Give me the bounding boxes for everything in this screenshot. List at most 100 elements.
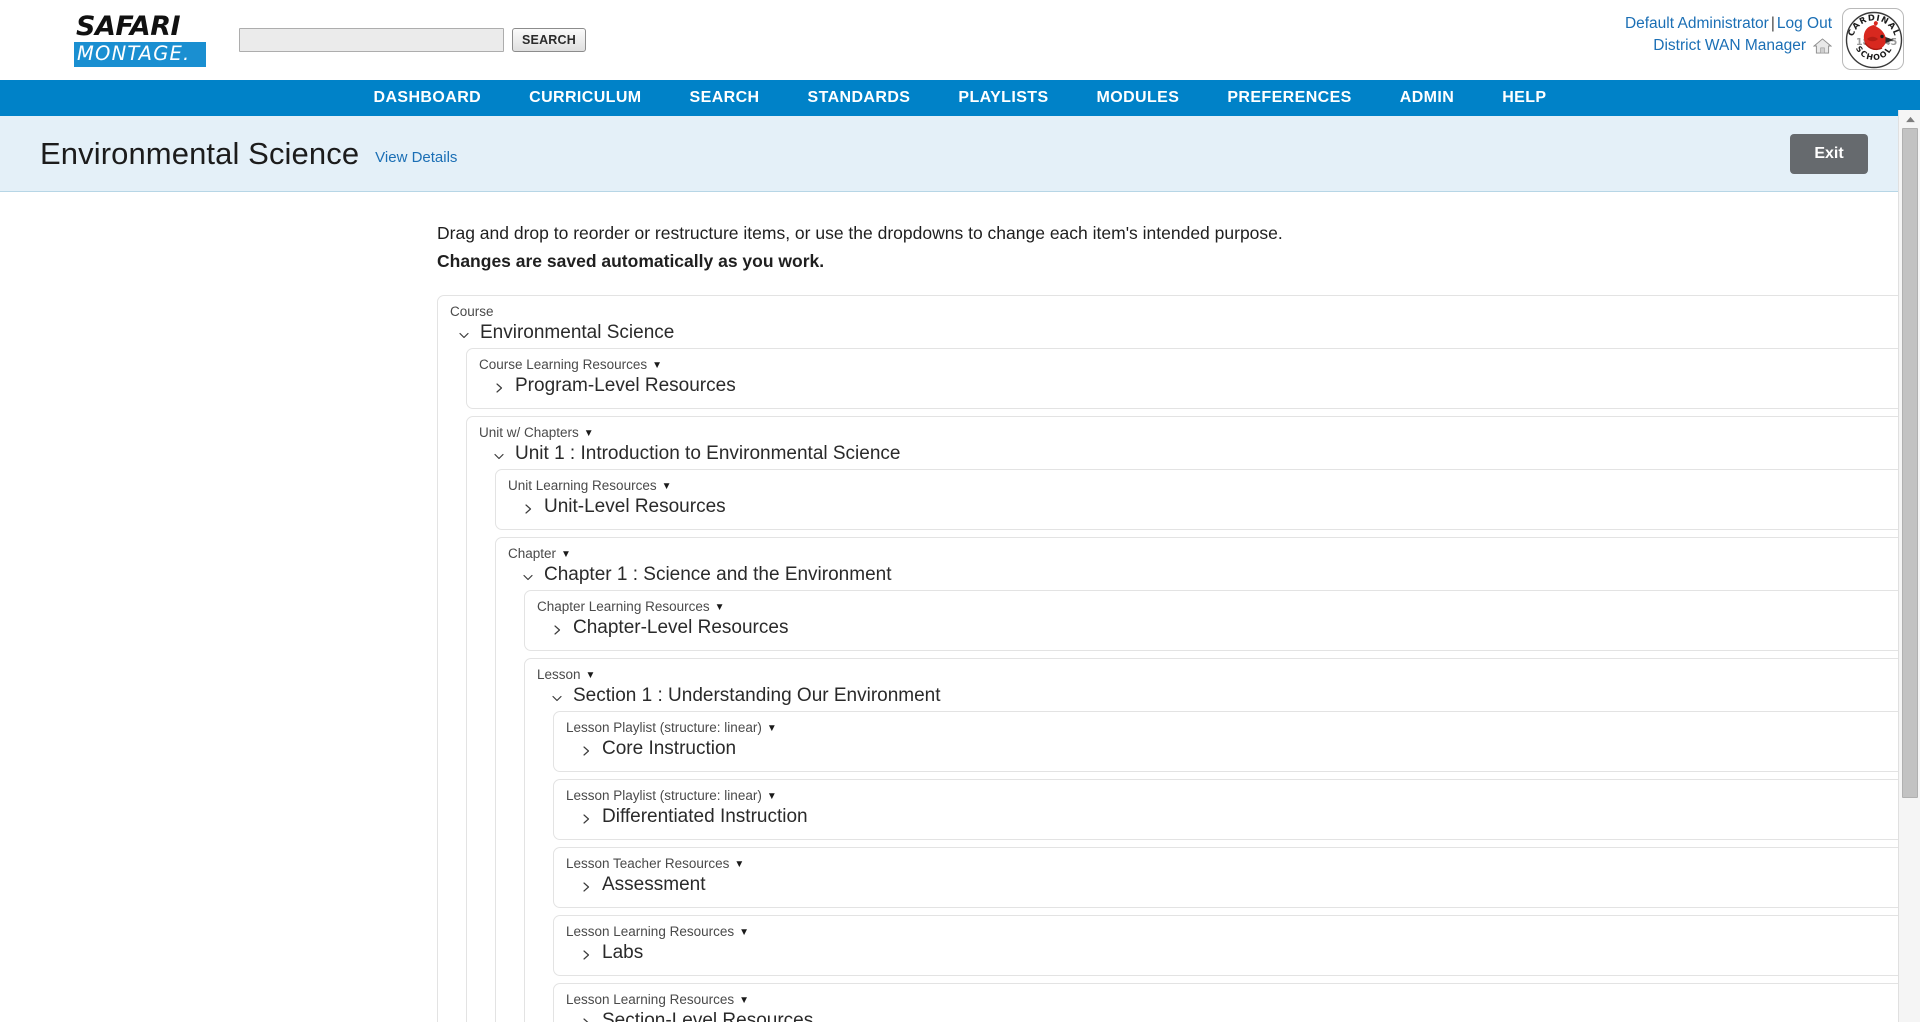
node-type-chapter[interactable]: Chapter ▼: [496, 546, 571, 563]
caret-down-icon[interactable]: ▼: [767, 723, 777, 734]
tree-node-unit[interactable]: Unit w/ Chapters ▼ Unit 1 : Introduction…: [466, 416, 1919, 1022]
chevron-right-icon[interactable]: [580, 878, 592, 892]
node-type-label: Lesson: [537, 667, 581, 683]
role-link[interactable]: District WAN Manager: [1653, 35, 1806, 57]
node-title-chapter: Chapter 1 : Science and the Environment: [544, 564, 892, 586]
instructions-line-1: Drag and drop to reorder or restructure …: [437, 223, 1283, 243]
node-type-course-learning-resources[interactable]: Course Learning Resources ▼: [467, 357, 662, 374]
chevron-right-icon[interactable]: [522, 500, 534, 514]
chapter-children: Chapter Learning Resources ▼ Chapter-Lev…: [496, 590, 1917, 1022]
nav-item-curriculum[interactable]: CURRICULUM: [505, 80, 665, 116]
node-title-row-assessment: Assessment: [554, 873, 1915, 900]
caret-down-icon[interactable]: ▼: [715, 602, 725, 613]
node-type-labs[interactable]: Lesson Learning Resources ▼: [554, 924, 749, 941]
node-type-section-level-resources[interactable]: Lesson Learning Resources ▼: [554, 992, 749, 1009]
chevron-right-icon[interactable]: [580, 742, 592, 756]
tree-node-chapter-learning-resources[interactable]: Chapter Learning Resources ▼ Chapter-Lev…: [524, 590, 1917, 652]
search-input[interactable]: [239, 28, 504, 52]
logout-link[interactable]: Log Out: [1777, 15, 1832, 32]
scroll-up-arrow[interactable]: [1899, 110, 1920, 128]
node-type-label: Lesson Learning Resources: [566, 992, 735, 1008]
caret-down-icon[interactable]: ▼: [739, 995, 749, 1006]
vertical-scrollbar[interactable]: [1898, 110, 1920, 1022]
chevron-down-icon[interactable]: [551, 689, 563, 703]
caret-down-icon[interactable]: ▼: [652, 360, 662, 371]
nav-item-preferences[interactable]: PREFERENCES: [1203, 80, 1375, 116]
logo-safari-text: SAFARI: [76, 10, 181, 42]
house-icon[interactable]: [1813, 38, 1832, 54]
page-header: SAFARI MONTAGE. SEARCH Default Administr…: [0, 0, 1920, 80]
caret-down-icon[interactable]: ▼: [586, 670, 596, 681]
header-search: SEARCH: [239, 28, 586, 52]
nav-item-dashboard[interactable]: DASHBOARD: [350, 80, 506, 116]
tree-node-course-learning-resources[interactable]: Course Learning Resources ▼ Program-Leve…: [466, 348, 1919, 410]
node-type-unit[interactable]: Unit w/ Chapters ▼: [467, 425, 594, 442]
node-title-section-level-resources: Section-Level Resources: [602, 1010, 814, 1022]
account-name-link[interactable]: Default Administrator: [1625, 15, 1769, 32]
chevron-right-icon[interactable]: [580, 1014, 592, 1022]
caret-down-icon[interactable]: ▼: [584, 428, 594, 439]
chevron-right-icon[interactable]: [580, 946, 592, 960]
safari-montage-logo[interactable]: SAFARI MONTAGE.: [74, 10, 206, 68]
chevron-down-icon[interactable]: [522, 568, 534, 582]
node-title-row-core-instruction: Core Instruction: [554, 737, 1915, 764]
cardinal-school-seal: CARDINAL SCHOOL 18 45: [1845, 11, 1903, 69]
node-title-row-unit: Unit 1 : Introduction to Environmental S…: [467, 442, 1918, 469]
node-title-unit-level-resources: Unit-Level Resources: [544, 496, 726, 518]
caret-down-icon[interactable]: ▼: [739, 927, 749, 938]
nav-item-modules[interactable]: MODULES: [1073, 80, 1204, 116]
caret-down-icon[interactable]: ▼: [734, 859, 744, 870]
node-title-row-chapter: Chapter 1 : Science and the Environment: [496, 563, 1917, 590]
node-type-label: Lesson Teacher Resources: [566, 856, 730, 872]
node-title-row-lesson: Section 1 : Understanding Our Environmen…: [525, 684, 1916, 711]
tree-node-course[interactable]: Course Environmental Science Course Lear…: [437, 295, 1920, 1022]
tree-node-differentiated-instruction[interactable]: Lesson Playlist (structure: linear) ▼ Di…: [553, 779, 1916, 841]
view-details-link[interactable]: View Details: [375, 149, 457, 166]
node-type-label: Unit w/ Chapters: [479, 425, 579, 441]
nav-item-search[interactable]: SEARCH: [666, 80, 784, 116]
chevron-down-icon[interactable]: [493, 447, 505, 461]
chevron-right-icon[interactable]: [551, 621, 563, 635]
tree-node-unit-learning-resources[interactable]: Unit Learning Resources ▼ Unit-Level Res…: [495, 469, 1918, 531]
node-title-row-unit-level-resources: Unit-Level Resources: [496, 495, 1917, 522]
page-content: Drag and drop to reorder or restructure …: [0, 192, 1920, 1022]
node-title-row-chapter-level-resources: Chapter-Level Resources: [525, 616, 1916, 643]
tree-node-core-instruction[interactable]: Lesson Playlist (structure: linear) ▼ Co…: [553, 711, 1916, 773]
node-type-chapter-learning-resources[interactable]: Chapter Learning Resources ▼: [525, 599, 725, 616]
exit-button[interactable]: Exit: [1790, 134, 1868, 174]
instructions-line-2: Changes are saved automatically as you w…: [437, 250, 825, 271]
node-title-core-instruction: Core Instruction: [602, 738, 737, 760]
page-title: Environmental Science: [40, 135, 360, 171]
node-type-course: Course: [438, 304, 494, 321]
node-type-lesson[interactable]: Lesson ▼: [525, 667, 595, 684]
tree-node-labs[interactable]: Lesson Learning Resources ▼ Labs: [553, 915, 1916, 977]
account-separator: |: [1770, 15, 1775, 32]
chevron-right-icon[interactable]: [493, 379, 505, 393]
caret-down-icon[interactable]: ▼: [662, 481, 672, 492]
node-type-differentiated-instruction[interactable]: Lesson Playlist (structure: linear) ▼: [554, 788, 777, 805]
curriculum-tree: Course Environmental Science Course Lear…: [437, 295, 1920, 1022]
tree-node-lesson[interactable]: Lesson ▼ Section 1 : Understanding Our E…: [524, 658, 1917, 1022]
scrollbar-thumb[interactable]: [1902, 128, 1918, 798]
node-type-core-instruction[interactable]: Lesson Playlist (structure: linear) ▼: [554, 720, 777, 737]
nav-item-admin[interactable]: ADMIN: [1376, 80, 1478, 116]
lesson-children: Lesson Playlist (structure: linear) ▼ Co…: [525, 711, 1916, 1022]
user-info-lines: Default Administrator | Log Out District W…: [1625, 8, 1832, 57]
node-title-labs: Labs: [602, 942, 644, 964]
chevron-down-icon[interactable]: [458, 326, 470, 340]
tree-node-assessment[interactable]: Lesson Teacher Resources ▼ Assessment: [553, 847, 1916, 909]
chevron-right-icon[interactable]: [580, 810, 592, 824]
nav-item-playlists[interactable]: PLAYLISTS: [934, 80, 1072, 116]
node-type-label: Lesson Playlist (structure: linear): [566, 788, 762, 804]
node-type-unit-learning-resources[interactable]: Unit Learning Resources ▼: [496, 478, 672, 495]
tree-node-chapter[interactable]: Chapter ▼ Chapter 1 : Science and the En…: [495, 537, 1918, 1022]
tree-node-section-level-resources[interactable]: Lesson Learning Resources ▼ Section-Leve…: [553, 983, 1916, 1022]
page-title-band: Environmental Science View Details Exit: [0, 116, 1920, 192]
caret-down-icon[interactable]: ▼: [561, 549, 571, 560]
caret-down-icon[interactable]: ▼: [767, 791, 777, 802]
search-button[interactable]: SEARCH: [512, 28, 586, 52]
nav-item-help[interactable]: HELP: [1478, 80, 1570, 116]
node-title-course: Environmental Science: [480, 322, 675, 344]
node-type-assessment[interactable]: Lesson Teacher Resources ▼: [554, 856, 744, 873]
nav-item-standards[interactable]: STANDARDS: [784, 80, 935, 116]
